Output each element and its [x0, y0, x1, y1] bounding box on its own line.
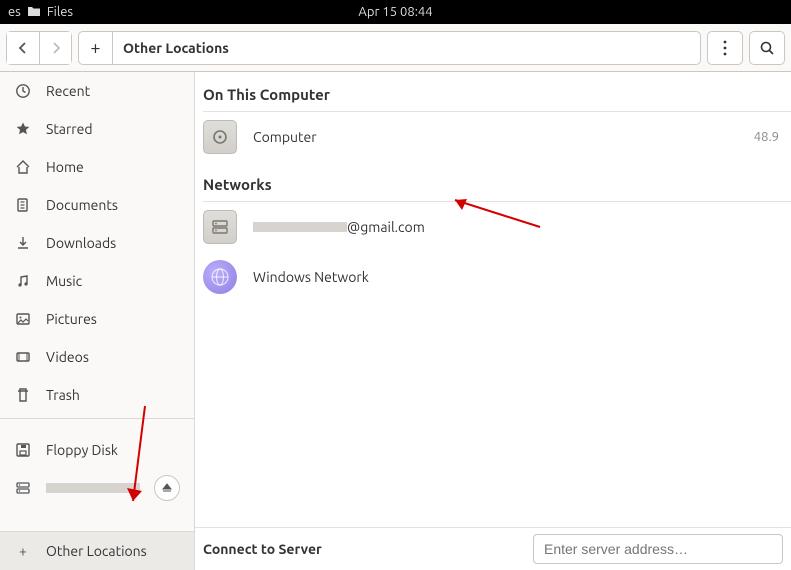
pictures-icon: [14, 311, 32, 327]
sidebar-other-locations[interactable]: + Other Locations: [0, 532, 194, 570]
documents-icon: [14, 197, 32, 213]
sidebar-item-label: Starred: [46, 121, 180, 137]
eject-button[interactable]: [154, 475, 180, 501]
sidebar-item-label: Downloads: [46, 235, 180, 251]
sidebar-item-label: 35…: [46, 480, 140, 496]
server-address-input[interactable]: [533, 534, 783, 564]
path-label: Other Locations: [113, 32, 700, 64]
trash-icon: [14, 387, 32, 403]
sidebar-item-label: Pictures: [46, 311, 180, 327]
server-icon: [203, 210, 237, 244]
sidebar-item-label: Floppy Disk: [46, 442, 180, 458]
menu-button[interactable]: [707, 31, 743, 65]
sidebar-mount-gmail[interactable]: 35…: [0, 469, 194, 507]
folder-icon: [27, 5, 41, 20]
star-icon: [14, 121, 32, 137]
sidebar-item-label: Other Locations: [46, 543, 180, 559]
main-content: On This Computer Computer 48.9 Networks …: [195, 72, 791, 570]
sidebar-item-label: Music: [46, 273, 180, 289]
nav-buttons: [6, 31, 72, 65]
connect-to-server-bar: Connect to Server: [195, 527, 791, 570]
sidebar-item-documents[interactable]: Documents: [0, 186, 194, 224]
floppy-icon: [14, 442, 32, 458]
sidebar-item-home[interactable]: Home: [0, 148, 194, 186]
row-label: Computer: [253, 129, 738, 145]
music-icon: [14, 273, 32, 289]
sidebar-item-videos[interactable]: Videos: [0, 338, 194, 376]
row-meta: 48.9: [754, 130, 783, 144]
sidebar-item-label: Trash: [46, 387, 180, 403]
topbar-app-label: Files: [47, 5, 73, 19]
download-icon: [14, 235, 32, 251]
window-header: + Other Locations: [0, 24, 791, 72]
forward-button[interactable]: [39, 32, 71, 64]
sidebar-item-label: Documents: [46, 197, 180, 213]
connect-label: Connect to Server: [203, 541, 322, 557]
row-network-gmail[interactable]: @gmail.com: [195, 202, 791, 252]
clock-icon: [14, 83, 32, 99]
sidebar-mount-floppy[interactable]: Floppy Disk: [0, 431, 194, 469]
topbar-clock: Apr 15 08:44: [358, 5, 432, 19]
row-label: Windows Network: [253, 269, 783, 285]
pathbar[interactable]: + Other Locations: [78, 31, 701, 65]
drive-icon: [203, 120, 237, 154]
sidebar: Recent Starred Home Documents Downloads …: [0, 72, 195, 570]
sidebar-item-label: Videos: [46, 349, 180, 365]
home-icon: [14, 159, 32, 175]
server-icon: [14, 480, 32, 496]
back-button[interactable]: [7, 32, 39, 64]
os-topbar: es Files Apr 15 08:44: [0, 0, 791, 24]
plus-icon: +: [14, 543, 32, 559]
sidebar-item-recent[interactable]: Recent: [0, 72, 194, 110]
topbar-app-fragment: es: [8, 5, 21, 19]
plus-icon: +: [79, 32, 113, 64]
section-title-computer: On This Computer: [195, 72, 791, 111]
row-label: @gmail.com: [253, 219, 783, 235]
sidebar-item-starred[interactable]: Starred: [0, 110, 194, 148]
sidebar-item-trash[interactable]: Trash: [0, 376, 194, 414]
row-network-windows[interactable]: Windows Network: [195, 252, 791, 302]
sidebar-item-music[interactable]: Music: [0, 262, 194, 300]
videos-icon: [14, 349, 32, 365]
sidebar-item-downloads[interactable]: Downloads: [0, 224, 194, 262]
sidebar-item-label: Home: [46, 159, 180, 175]
section-title-networks: Networks: [195, 162, 791, 201]
sidebar-item-label: Recent: [46, 83, 180, 99]
search-button[interactable]: [749, 31, 785, 65]
sidebar-item-pictures[interactable]: Pictures: [0, 300, 194, 338]
row-computer[interactable]: Computer 48.9: [195, 112, 791, 162]
network-icon: [203, 260, 237, 294]
